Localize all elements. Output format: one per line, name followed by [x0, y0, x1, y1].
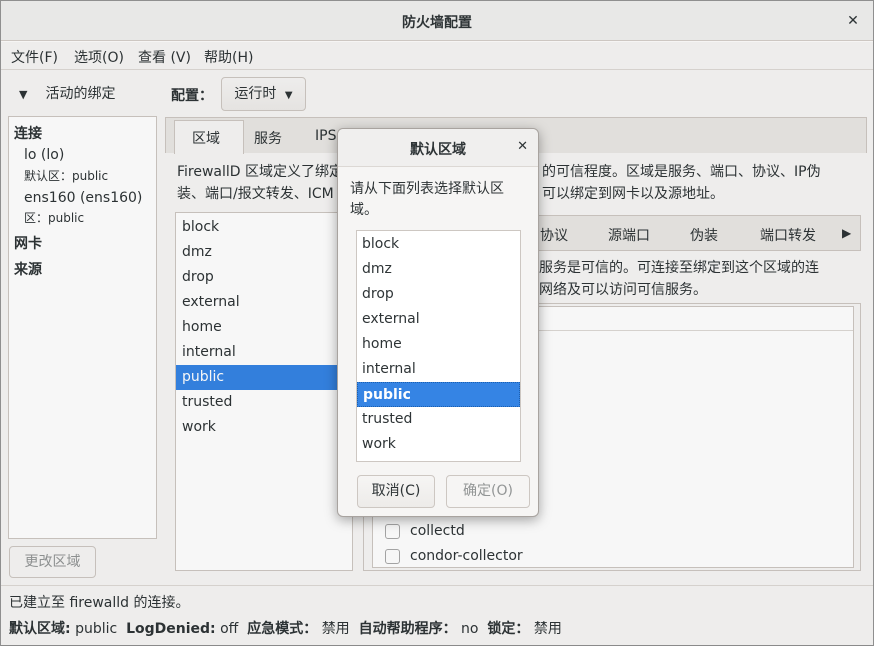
dialog-title-bar: 默认区域 ✕ — [338, 129, 538, 167]
window-title: 防火墙配置 — [402, 15, 472, 31]
close-icon[interactable]: ✕ — [843, 11, 863, 31]
cancel-button[interactable]: 取消(C) — [357, 475, 435, 508]
ok-button[interactable]: 确定(O) — [446, 475, 530, 508]
list-item[interactable]: block — [357, 232, 520, 257]
list-item[interactable]: work — [357, 432, 520, 457]
list-item[interactable]: drop — [357, 282, 520, 307]
dialog-prompt: 请从下面列表选择默认区域。 — [350, 181, 504, 218]
dialog-title: 默认区域 — [410, 142, 466, 158]
dialog-zone-list: block dmz drop external home internal pu… — [356, 230, 521, 462]
default-zone-dialog: 默认区域 ✕ 请从下面列表选择默认区域。 block dmz drop exte… — [337, 128, 539, 517]
list-item[interactable]: dmz — [357, 257, 520, 282]
list-item[interactable]: internal — [357, 357, 520, 382]
list-item[interactable]: trusted — [357, 407, 520, 432]
list-item[interactable]: home — [357, 332, 520, 357]
title-bar: 防火墙配置 ✕ — [1, 1, 873, 41]
firewall-config-window: 防火墙配置 ✕ 文件(F) 选项(O) 查看 (V) 帮助(H) ▼ 活动的绑定… — [0, 0, 874, 646]
close-icon[interactable]: ✕ — [517, 139, 528, 154]
list-item[interactable]: external — [357, 307, 520, 332]
list-item-selected[interactable]: public — [357, 382, 520, 407]
